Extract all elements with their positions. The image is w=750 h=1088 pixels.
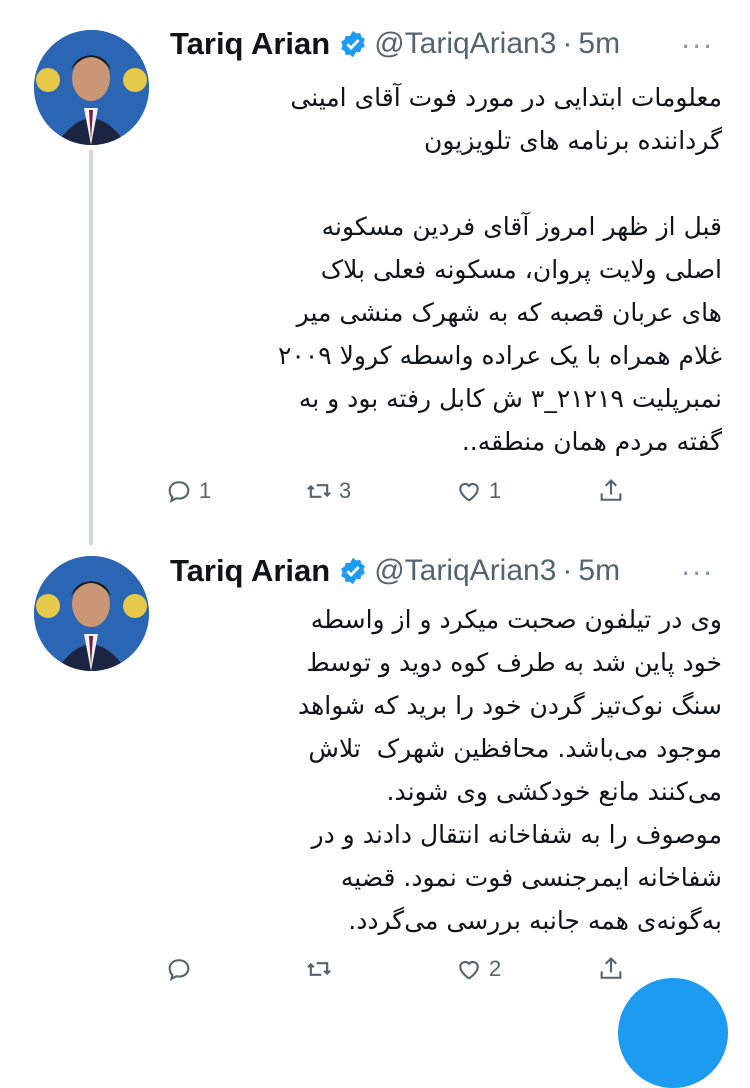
retweet-icon: [307, 484, 331, 498]
more-icon[interactable]: ···: [681, 557, 714, 590]
author-name[interactable]: Tariq Arian: [170, 26, 330, 62]
tweet-actions: 2: [165, 955, 645, 995]
like-icon: [459, 482, 479, 502]
reply-icon: [168, 481, 190, 503]
like-count: 2: [489, 956, 502, 981]
reply-count: 1: [199, 478, 212, 503]
compose-tweet-button[interactable]: [618, 978, 728, 1088]
avatar[interactable]: [34, 556, 149, 671]
verified-badge-icon: [341, 30, 366, 58]
reply-icon: [168, 959, 190, 981]
timestamp[interactable]: 5m: [578, 554, 620, 588]
like-button[interactable]: 2: [455, 955, 501, 983]
author-name[interactable]: Tariq Arian: [170, 553, 330, 589]
retweet-button[interactable]: [305, 955, 339, 983]
share-button[interactable]: [597, 955, 625, 983]
tweet-text: وی در تیلفون صحبت میکرد و از واسطه خود پ…: [298, 605, 722, 935]
author-handle[interactable]: @TariqArian3: [374, 27, 556, 61]
separator: ·: [562, 554, 573, 587]
tweet-header: Tariq Arian @TariqArian3 · 5m: [170, 24, 620, 64]
tweet-text: معلومات ابتدایی در مورد فوت آقای امینی گ…: [278, 83, 722, 456]
retweet-button[interactable]: 3: [305, 477, 351, 505]
retweet-icon: [307, 962, 331, 976]
like-count: 1: [489, 478, 502, 503]
reply-button[interactable]: 1: [165, 477, 211, 505]
share-icon: [600, 479, 622, 501]
share-icon: [600, 957, 622, 979]
like-icon: [459, 960, 479, 980]
tweet-actions: 1 3 1: [165, 477, 645, 517]
reply-button[interactable]: [165, 955, 199, 983]
separator: ·: [562, 27, 573, 60]
retweet-count: 3: [339, 478, 352, 503]
tweet-header: Tariq Arian @TariqArian3 · 5m: [170, 551, 620, 591]
timestamp[interactable]: 5m: [578, 27, 620, 61]
avatar[interactable]: [34, 30, 149, 145]
more-icon[interactable]: ···: [681, 30, 714, 63]
thread-line: [89, 150, 93, 545]
verified-badge-icon: [341, 557, 366, 585]
share-button[interactable]: [597, 477, 625, 505]
author-handle[interactable]: @TariqArian3: [374, 554, 556, 588]
like-button[interactable]: 1: [455, 477, 501, 505]
